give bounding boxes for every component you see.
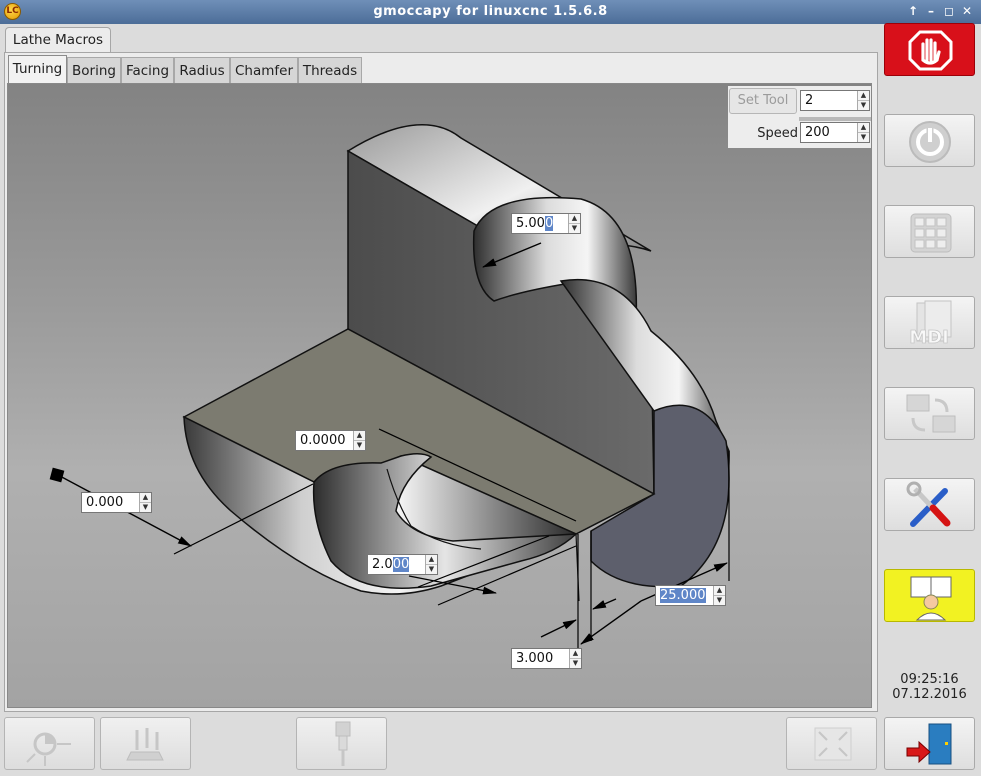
exit-door-icon: [906, 723, 952, 765]
set-tool-button[interactable]: Set Tool: [729, 88, 797, 114]
close-icon[interactable]: ✕: [959, 3, 975, 20]
auto-mode-button[interactable]: [884, 387, 975, 440]
user-tabs-icon: [910, 576, 952, 621]
machine-on-button[interactable]: [884, 114, 975, 167]
tab-chamfer[interactable]: Chamfer: [230, 57, 298, 84]
fullscreen-icon: [814, 727, 852, 761]
tab-lathe-macros[interactable]: Lathe Macros: [5, 27, 111, 53]
manual-mode-button[interactable]: [884, 205, 975, 258]
tool-measure-button[interactable]: [100, 717, 191, 770]
tab-radius[interactable]: Radius: [174, 57, 230, 84]
speed-field[interactable]: 200 ▲ ▼: [800, 122, 870, 143]
maximize-icon[interactable]: ◻: [941, 3, 957, 20]
z-start-spin-arrows[interactable]: ▲ ▼: [139, 493, 151, 512]
exit-button[interactable]: [884, 717, 975, 770]
length-field[interactable]: 3.000 ▲ ▼: [511, 648, 582, 669]
tab-facing[interactable]: Facing: [121, 57, 174, 84]
minimize-icon[interactable]: –: [923, 3, 939, 20]
depth-field[interactable]: 2.000 ▲ ▼: [367, 554, 438, 575]
jog-keypad-icon: [910, 213, 952, 253]
fullscreen-button[interactable]: [786, 717, 877, 770]
touch-off-icon: [26, 732, 71, 766]
auto-icon: [906, 394, 956, 433]
diameter-field[interactable]: 25.000 ▲ ▼: [655, 585, 726, 606]
speed-spin-arrows[interactable]: ▲ ▼: [857, 123, 869, 142]
touch-off-button[interactable]: [4, 717, 95, 770]
time-text: 09:25:16: [900, 672, 959, 687]
x-start-field[interactable]: 0.0000 ▲ ▼: [295, 430, 366, 451]
tool-number-field[interactable]: 2 ▲ ▼: [800, 90, 870, 111]
svg-text:MDI: MDI: [909, 327, 949, 348]
turning-diagram: [49, 123, 730, 651]
user-tabs-button[interactable]: [884, 569, 975, 622]
mdi-button[interactable]: MDI: [884, 296, 975, 349]
clock: 09:25:16 07.12.2016: [884, 672, 975, 702]
tool-separator: [799, 117, 871, 121]
window-title: gmoccapy for linuxcnc 1.5.6.8: [373, 4, 608, 19]
tool-measure-icon: [126, 728, 164, 761]
x-start-spin-arrows[interactable]: ▲ ▼: [353, 431, 365, 450]
depth-spin-arrows[interactable]: ▲ ▼: [425, 555, 437, 574]
tool-spin-arrows[interactable]: ▲ ▼: [857, 91, 869, 110]
z-start-field[interactable]: 0.000 ▲ ▼: [81, 492, 152, 513]
radius-spin-arrows[interactable]: ▲ ▼: [568, 214, 580, 233]
spindle-button[interactable]: [296, 717, 387, 770]
title-bar[interactable]: LC gmoccapy for linuxcnc 1.5.6.8 ↑ – ◻ ✕: [0, 0, 981, 24]
power-icon: [909, 121, 951, 163]
keep-above-icon[interactable]: ↑: [905, 3, 921, 20]
date-text: 07.12.2016: [892, 687, 967, 702]
spindle-icon: [335, 721, 351, 766]
length-spin-arrows[interactable]: ▲ ▼: [569, 649, 581, 668]
mdi-icon: MDI: [909, 300, 952, 348]
estop-button[interactable]: [884, 23, 975, 76]
hand-stop-icon: [908, 30, 953, 71]
turning-panel: 5.000 ▲ ▼ 0.0000 ▲ ▼ 0.000 ▲ ▼ 2.000 ▲ ▼ 25.…: [7, 83, 872, 708]
tools-icon: [906, 481, 951, 527]
tab-threads[interactable]: Threads: [298, 57, 362, 84]
tool-speed-box: Set Tool 2 ▲ ▼ Speed 200 ▲ ▼: [728, 86, 871, 148]
radius-field[interactable]: 5.000 ▲ ▼: [511, 213, 581, 234]
tab-turning[interactable]: Turning: [8, 55, 67, 84]
settings-button[interactable]: [884, 478, 975, 531]
speed-label: Speed: [757, 126, 798, 141]
tab-boring[interactable]: Boring: [67, 57, 121, 84]
diameter-spin-arrows[interactable]: ▲ ▼: [713, 586, 725, 605]
